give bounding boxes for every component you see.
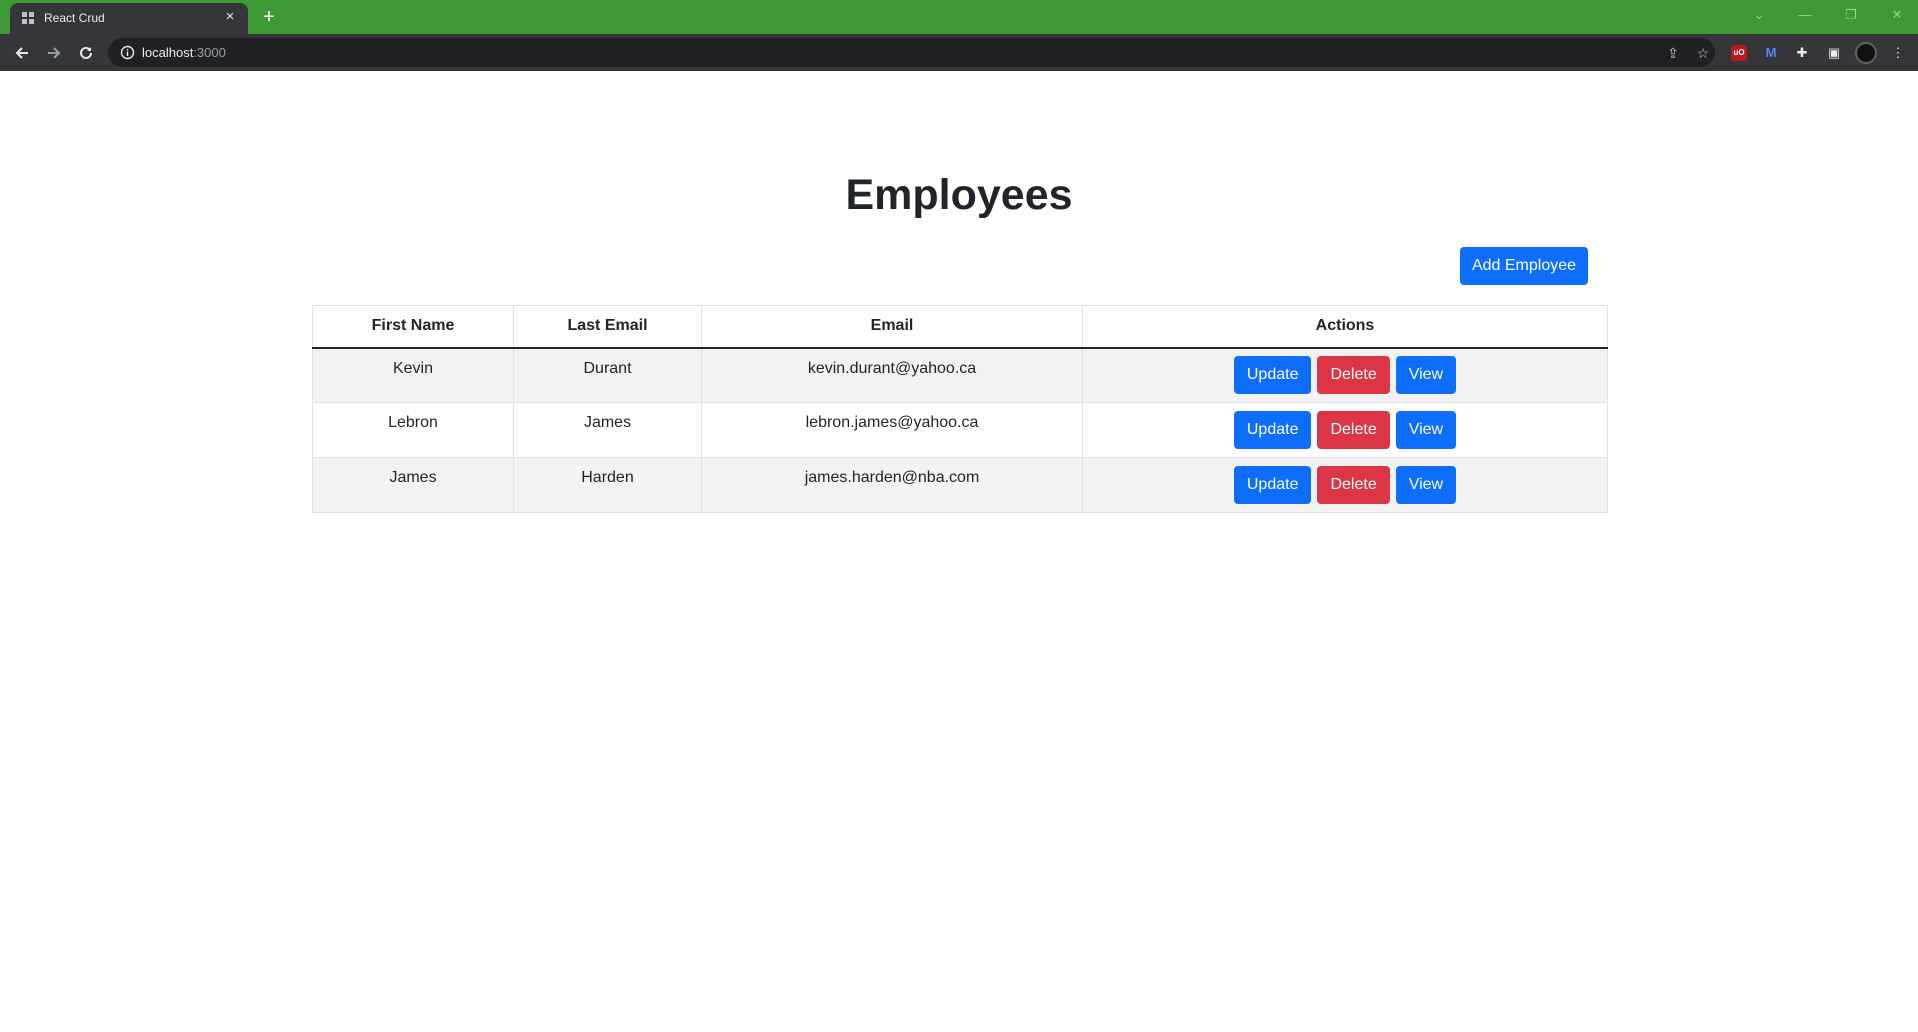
react-favicon-icon <box>22 12 34 24</box>
reload-icon[interactable] <box>73 40 99 66</box>
last-name-cell: Durant <box>513 347 702 403</box>
table-row: Kevin Durant kevin.durant@yahoo.ca Updat… <box>312 347 1608 403</box>
employee-table: First Name Last Email Email Actions Kevi… <box>312 305 1608 513</box>
update-button[interactable]: Update <box>1233 355 1312 394</box>
delete-button[interactable]: Delete <box>1317 355 1390 394</box>
first-name-cell: Lebron <box>312 402 514 458</box>
column-header-last-name: Last Email <box>513 305 702 349</box>
browser-toolbar: localhost:3000 ⇪ ☆ uO M ✚ ▣ ⋮ <box>0 34 1918 71</box>
email-cell: kevin.durant@yahoo.ca <box>701 347 1083 403</box>
last-name-cell: Harden <box>513 457 702 513</box>
tab-search-icon[interactable]: ⌄ <box>1744 4 1774 26</box>
add-employee-button[interactable]: Add Employee <box>1460 247 1588 285</box>
table-row: James Harden james.harden@nba.com Update… <box>312 457 1608 513</box>
browser-tab-strip: React Crud × + ⌄ — ❐ ✕ <box>0 0 1918 34</box>
view-button[interactable]: View <box>1395 465 1457 504</box>
first-name-cell: Kevin <box>312 347 514 403</box>
ublock-extension-icon[interactable]: uO <box>1731 45 1747 61</box>
view-button[interactable]: View <box>1395 355 1457 394</box>
extensions-puzzle-icon[interactable]: ✚ <box>1792 43 1812 63</box>
delete-button[interactable]: Delete <box>1317 410 1390 449</box>
site-info-icon[interactable] <box>120 45 135 60</box>
employee-table-container: First Name Last Email Email Actions Kevi… <box>312 305 1608 513</box>
table-row: Lebron James lebron.james@yahoo.ca Updat… <box>312 402 1608 458</box>
address-bar[interactable]: localhost:3000 ⇪ ☆ <box>108 38 1715 67</box>
forward-icon[interactable] <box>41 40 67 66</box>
minimize-icon[interactable]: — <box>1790 4 1820 26</box>
bookmark-star-icon[interactable]: ☆ <box>1694 44 1712 62</box>
update-button[interactable]: Update <box>1233 465 1312 504</box>
email-cell: lebron.james@yahoo.ca <box>701 402 1083 458</box>
tab-title: React Crud <box>44 11 105 25</box>
email-cell: james.harden@nba.com <box>701 457 1083 513</box>
column-header-email: Email <box>701 305 1083 349</box>
column-header-actions: Actions <box>1082 305 1608 349</box>
restore-icon[interactable]: ❐ <box>1836 4 1866 26</box>
url-port: :3000 <box>193 45 226 60</box>
profile-avatar[interactable] <box>1855 42 1877 64</box>
table-header-row: First Name Last Email Email Actions <box>312 305 1608 349</box>
delete-button[interactable]: Delete <box>1317 465 1390 504</box>
page-content: Employees Add Employee First Name Last E… <box>0 71 1918 1032</box>
actions-cell: Update Delete View <box>1082 347 1608 403</box>
last-name-cell: James <box>513 402 702 458</box>
update-button[interactable]: Update <box>1233 410 1312 449</box>
url-host: localhost <box>142 45 194 60</box>
close-window-icon[interactable]: ✕ <box>1882 4 1912 26</box>
extension-m-icon[interactable]: M <box>1761 43 1781 63</box>
menu-kebab-icon[interactable]: ⋮ <box>1888 43 1908 63</box>
view-button[interactable]: View <box>1395 410 1457 449</box>
back-icon[interactable] <box>9 40 35 66</box>
browser-tab[interactable]: React Crud × <box>10 3 248 34</box>
side-panel-icon[interactable]: ▣ <box>1824 43 1844 63</box>
share-icon[interactable]: ⇪ <box>1664 44 1682 62</box>
column-header-first-name: First Name <box>312 305 514 349</box>
actions-cell: Update Delete View <box>1082 457 1608 513</box>
page-title: Employees <box>845 171 1073 219</box>
actions-cell: Update Delete View <box>1082 402 1608 458</box>
url-text: localhost:3000 <box>142 45 226 60</box>
tab-close-icon[interactable]: × <box>222 9 238 25</box>
new-tab-button[interactable]: + <box>258 6 280 28</box>
first-name-cell: James <box>312 457 514 513</box>
